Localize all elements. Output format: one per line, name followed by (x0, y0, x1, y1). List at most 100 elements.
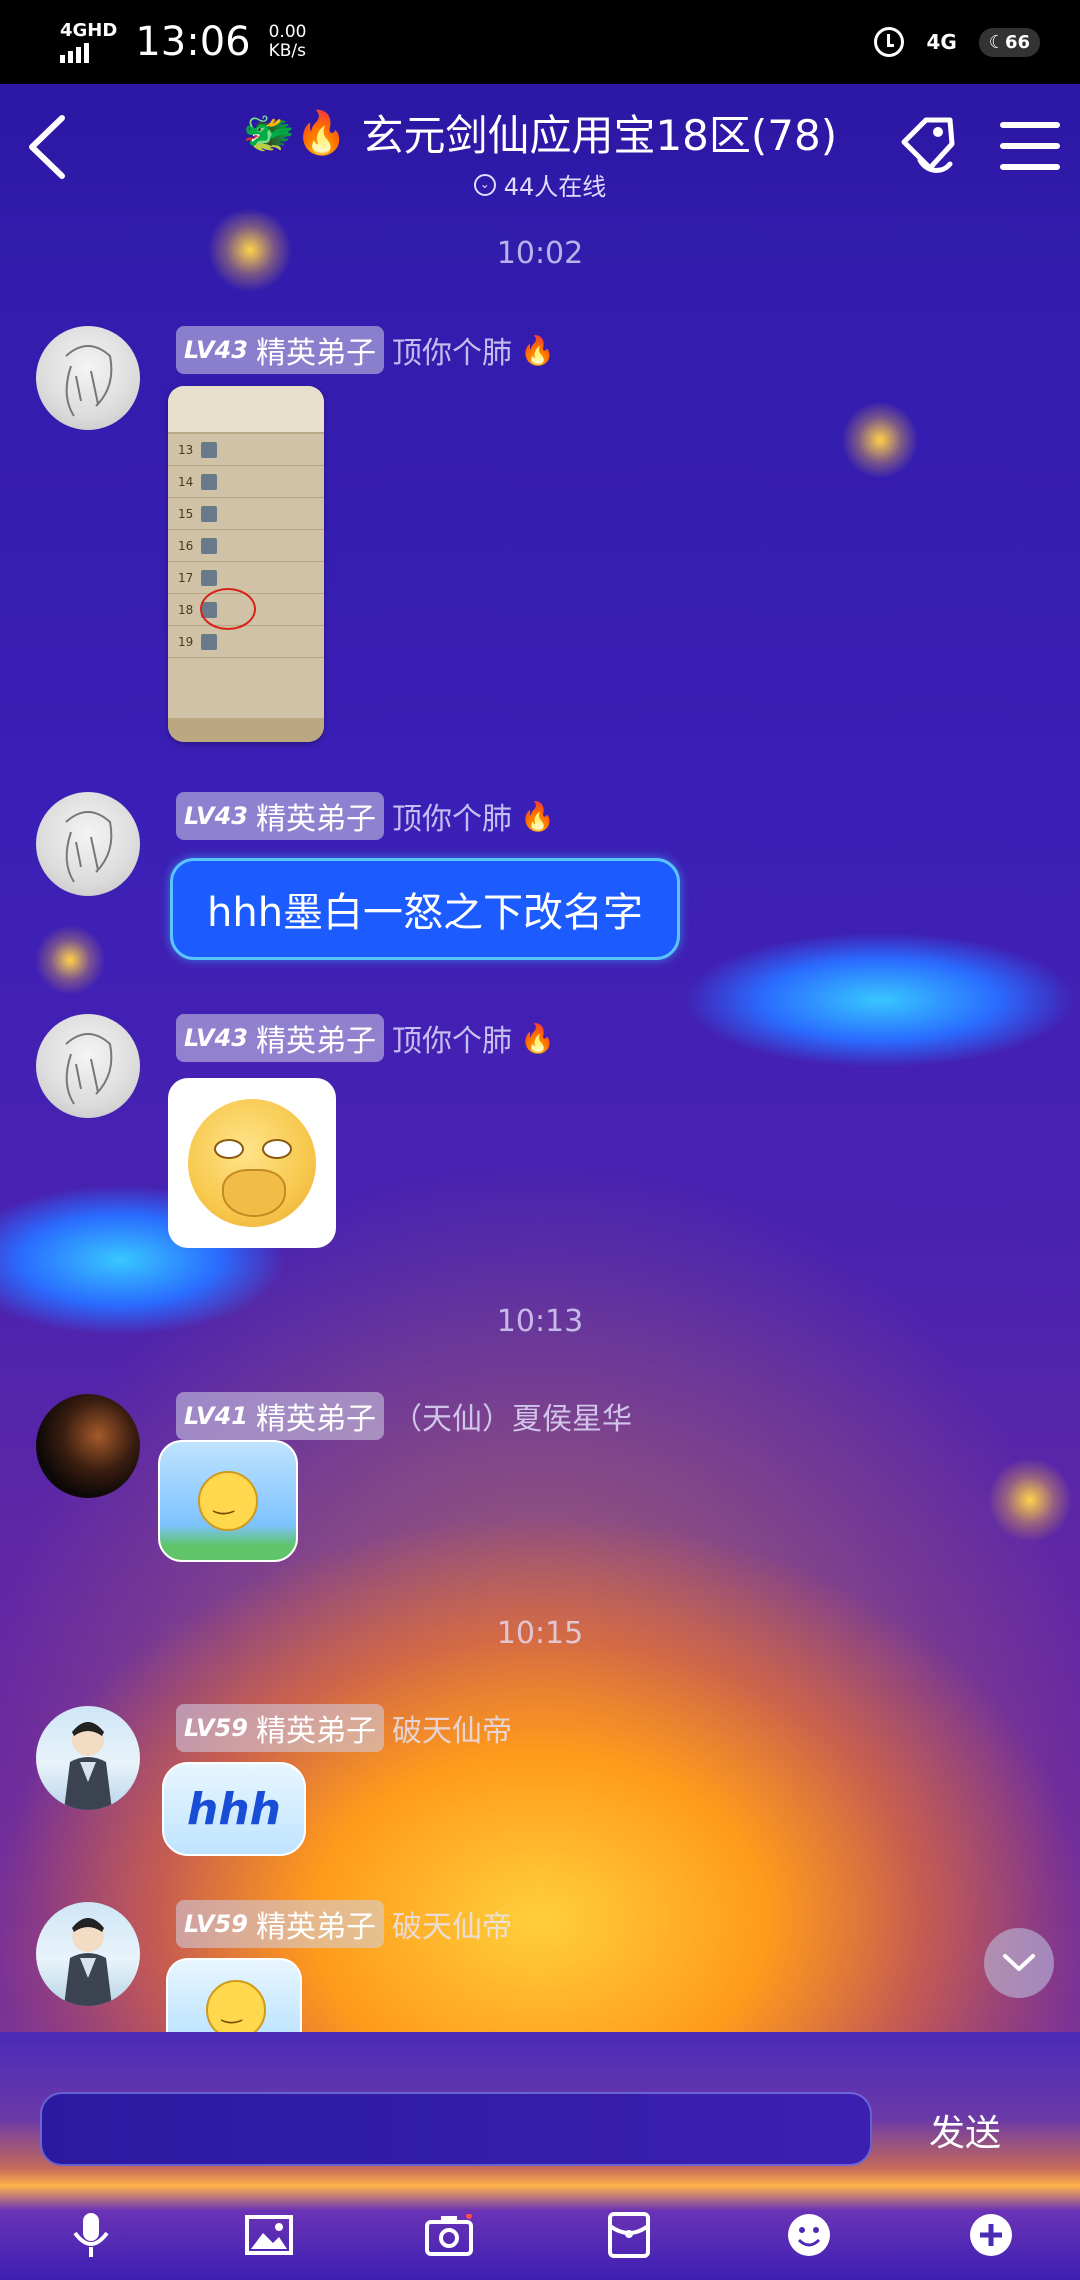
ranking-row: 19 (168, 626, 324, 658)
timestamp: 10:15 (496, 1616, 584, 1651)
status-left: 4GHD 13:06 0.00 KB/s (60, 19, 306, 65)
rank-label: 精英弟子 (255, 1714, 376, 1749)
red-packet-icon[interactable] (604, 2210, 654, 2260)
menu-icon[interactable] (1000, 122, 1060, 174)
level-badge: LV43 精英弟子 (176, 1014, 384, 1062)
red-circle-annotation (200, 588, 256, 630)
chat-title-block[interactable]: 🐲🔥 玄元剑仙应用宝18区(78) ⌄ 44人在线 (180, 102, 900, 202)
speed-value: 0.00 (268, 22, 307, 42)
sticker-message[interactable] (158, 1440, 298, 1562)
online-label: 44人在线 (503, 173, 607, 201)
rank-label: 精英弟子 (255, 802, 376, 837)
rank-number: 19 (178, 634, 194, 649)
rank-label: 精英弟子 (255, 1910, 376, 1945)
speed-unit: KB/s (268, 41, 306, 61)
title-row: 🐲🔥 玄元剑仙应用宝18区(78) (180, 102, 900, 163)
avatar[interactable] (36, 326, 140, 430)
level-badge: LV41 精英弟子 (176, 1392, 384, 1440)
sender-name[interactable]: 顶你个肺 (392, 1016, 512, 1060)
ranking-header (168, 386, 324, 434)
signal-block: 4GHD (60, 21, 117, 63)
rank-number: 14 (178, 474, 194, 489)
level-label: LV43 (184, 1024, 248, 1052)
avatar[interactable] (36, 1014, 140, 1118)
signal-icon (60, 41, 89, 63)
avatar-character-art (64, 1722, 112, 1810)
sender-line: LV43 精英弟子 顶你个肺 🔥 (176, 792, 555, 840)
avatar[interactable] (36, 1394, 140, 1498)
online-chevron-icon: ⌄ (473, 173, 496, 196)
ranking-row: 13 (168, 434, 324, 466)
fire-icon: 🔥 (519, 333, 555, 367)
group-tag-icon[interactable] (890, 112, 960, 182)
sender-line: LV59 精英弟子 破天仙帝 (176, 1900, 512, 1948)
message-input[interactable] (40, 2092, 872, 2166)
text-message-bubble[interactable]: hhh墨白一怒之下改名字 (170, 858, 681, 960)
sender-line: LV59 精英弟子 破天仙帝 (176, 1704, 512, 1752)
avatar[interactable] (36, 792, 140, 896)
sender-name[interactable]: 顶你个肺 (392, 328, 512, 372)
image-message[interactable]: 13 14 15 16 17 18 19 (168, 386, 324, 742)
rank-number: 15 (178, 506, 194, 521)
rank-number: 18 (178, 602, 194, 617)
level-badge: LV59 精英弟子 (176, 1900, 384, 1948)
timestamp: 10:13 (496, 1304, 584, 1339)
level-label: LV41 (184, 1402, 248, 1430)
message-text: hhh墨白一怒之下改名字 (207, 890, 644, 936)
ranking-row: 14 (168, 466, 324, 498)
net-speed: 0.00 KB/s (269, 23, 307, 61)
rank-number: 17 (178, 570, 194, 585)
alarm-icon (874, 27, 905, 57)
avatar-sketch-art (65, 345, 113, 417)
level-badge: LV43 精英弟子 (176, 326, 384, 374)
level-label: LV43 (184, 336, 248, 364)
network-4g-label: 4G (926, 30, 957, 54)
chevron-down-icon (1003, 1954, 1035, 1971)
sender-line: LV41 精英弟子 （天仙）夏侯星华 (176, 1392, 632, 1440)
rank-number: 16 (178, 538, 194, 553)
sticker-message[interactable] (166, 1958, 302, 2034)
status-right: 4G ☾66 (874, 27, 1040, 57)
plus-icon[interactable] (966, 2210, 1016, 2260)
avatar-sketch-art (65, 1033, 113, 1105)
rank-label: 精英弟子 (255, 336, 376, 371)
rank-label: 精英弟子 (255, 1024, 376, 1059)
rank-number: 13 (178, 442, 194, 457)
network-label: 4GHD (60, 20, 118, 41)
sticker-text: hhh (187, 1783, 281, 1835)
ranking-row: 16 (168, 530, 324, 562)
avatar-sketch-art (65, 811, 113, 883)
sender-name[interactable]: （天仙）夏侯星华 (392, 1394, 632, 1438)
status-bar: 4GHD 13:06 0.00 KB/s 4G ☾66 (0, 0, 1080, 84)
ranking-row: 15 (168, 498, 324, 530)
scroll-to-bottom-button[interactable] (984, 1928, 1054, 1998)
sticker-message[interactable]: hhh (162, 1762, 306, 1856)
back-arrow-icon[interactable] (20, 112, 80, 182)
rank-label: 精英弟子 (255, 1402, 376, 1437)
avatar[interactable] (36, 1902, 140, 2006)
chat-header: 🐲🔥 玄元剑仙应用宝18区(78) ⌄ 44人在线 (0, 84, 1080, 214)
sender-line: LV43 精英弟子 顶你个肺 🔥 (176, 326, 555, 374)
level-label: LV59 (184, 1714, 248, 1742)
sender-name[interactable]: 破天仙帝 (392, 1706, 512, 1750)
sender-line: LV43 精英弟子 顶你个肺 🔥 (176, 1014, 555, 1062)
sender-name[interactable]: 破天仙帝 (392, 1902, 512, 1946)
composer-toolbar (0, 2200, 1080, 2270)
sticker-message[interactable] (168, 1078, 336, 1248)
emoji-icon[interactable] (784, 2210, 834, 2260)
avatar[interactable] (36, 1706, 140, 1810)
online-count: ⌄ 44人在线 (180, 167, 900, 202)
send-button[interactable]: 发送 (900, 2104, 1030, 2156)
image-icon[interactable] (244, 2210, 294, 2260)
battery-level: 66 (1004, 31, 1030, 53)
sender-name[interactable]: 顶你个肺 (392, 794, 512, 838)
level-badge: LV59 精英弟子 (176, 1704, 384, 1752)
page-title: 玄元剑仙应用宝18区(78) (361, 111, 838, 160)
camera-icon[interactable] (424, 2210, 474, 2260)
level-badge: LV43 精英弟子 (176, 792, 384, 840)
smirk-face-sticker-icon (188, 1099, 316, 1227)
mic-icon[interactable] (66, 2210, 116, 2260)
group-emoji-icon: 🐲🔥 (242, 107, 348, 157)
fire-icon: 🔥 (519, 1021, 555, 1055)
level-label: LV43 (184, 802, 248, 830)
